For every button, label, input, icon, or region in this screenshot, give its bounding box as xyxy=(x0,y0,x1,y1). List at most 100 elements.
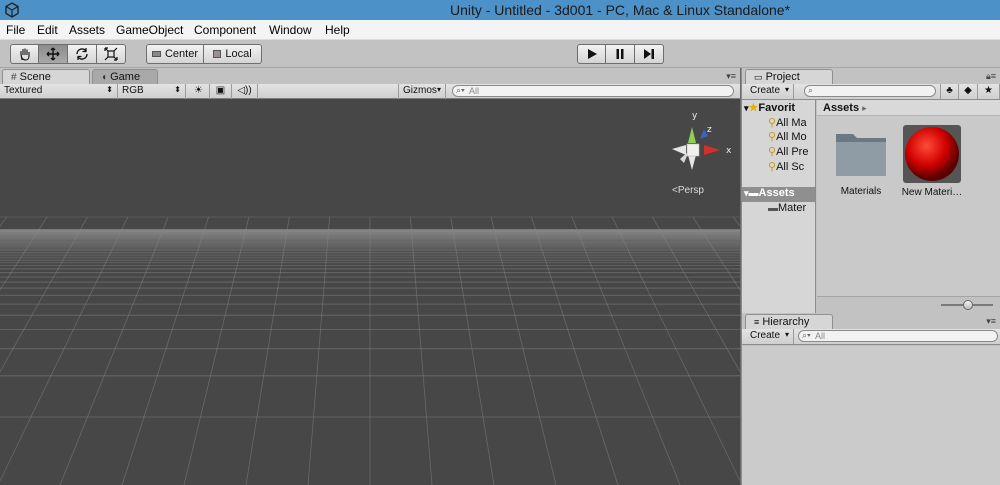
grid-line xyxy=(0,216,129,482)
filter-by-label-button[interactable]: ◆ xyxy=(959,84,978,99)
scene-search-placeholder: All xyxy=(469,86,480,96)
tab-hierarchy[interactable]: ≡ Hierarchy xyxy=(745,314,833,330)
favorite-item[interactable]: ⚲All Sc xyxy=(768,160,804,175)
step-button[interactable] xyxy=(635,44,664,64)
move-tool-button[interactable] xyxy=(39,44,68,64)
menu-edit[interactable]: Edit xyxy=(37,23,58,37)
rotate-tool-button[interactable] xyxy=(68,44,97,64)
menu-gameobject[interactable]: GameObject xyxy=(116,23,183,37)
search-icon: ⌕ xyxy=(808,85,814,95)
grid-line xyxy=(732,216,740,227)
favorite-item[interactable]: ⚲All Pre xyxy=(768,145,808,160)
asset-new-material[interactable]: New Materi… xyxy=(897,124,967,198)
hierarchy-search-input[interactable]: ⌕▾ All xyxy=(798,330,998,342)
menu-assets[interactable]: Assets xyxy=(69,23,105,37)
folder-icon: ▬ xyxy=(748,188,759,199)
tab-game-label: Game xyxy=(110,71,141,83)
scene-tabs: # Scene ◖ Game ▾≡ xyxy=(0,68,740,85)
chevron-down-icon: ▾ xyxy=(436,85,441,94)
grid-line xyxy=(652,216,740,373)
tab-game[interactable]: ◖ Game xyxy=(92,69,158,85)
search-icon: ⚲ xyxy=(768,131,777,143)
tab-scene[interactable]: # Scene xyxy=(2,69,90,85)
neg-x-cone-icon xyxy=(672,145,686,155)
project-search-input[interactable]: ⌕ xyxy=(804,85,936,97)
favorite-search-button[interactable]: ★ xyxy=(978,84,1000,99)
favorite-label: All Mo xyxy=(776,131,807,143)
grid-line xyxy=(611,216,740,482)
tab-project[interactable]: ▭ Project xyxy=(745,69,833,85)
tag-icon: ◆ xyxy=(964,85,972,96)
step-icon xyxy=(644,49,654,59)
menu-component[interactable]: Component xyxy=(194,23,256,37)
playback-controls xyxy=(577,44,664,64)
scene-toolbar: Textured ⬍ RGB ⬍ ☀ ▣ ◁)) Gizmos ▾ ⌕▾ All xyxy=(0,84,740,99)
folder-icon: ▬ xyxy=(768,203,778,214)
grid-line xyxy=(409,216,433,485)
favorites-row[interactable]: ▾★Favorit xyxy=(744,101,795,116)
menu-window[interactable]: Window xyxy=(269,23,312,37)
color-mode-value: RGB xyxy=(122,85,144,96)
star-icon: ★ xyxy=(748,102,759,114)
panel-splitter[interactable] xyxy=(740,68,741,485)
menu-help[interactable]: Help xyxy=(325,23,350,37)
menu-file[interactable]: File xyxy=(6,23,25,37)
hand-tool-button[interactable] xyxy=(10,44,39,64)
asset-browser: Assets ▸ Materials New Materi… xyxy=(817,100,1000,296)
hierarchy-create-dropdown[interactable]: Create ▾ xyxy=(746,329,794,344)
favorite-item[interactable]: ⚲All Mo xyxy=(768,130,807,145)
gizmos-dropdown[interactable]: Gizmos ▾ xyxy=(398,84,446,99)
grid-line xyxy=(121,216,209,485)
axis-label-y: y xyxy=(692,111,698,121)
pause-button[interactable] xyxy=(606,44,635,64)
y-axis-cone-icon xyxy=(688,127,696,143)
assets-root-label: Assets xyxy=(758,187,795,199)
scale-tool-button[interactable] xyxy=(97,44,126,64)
image-icon: ▣ xyxy=(215,85,226,96)
grid-line xyxy=(450,216,495,485)
material-sphere-icon xyxy=(903,125,961,183)
title-bar: Unity - Untitled - 3d001 - PC, Mac & Lin… xyxy=(0,0,1000,20)
x-axis-cone-icon xyxy=(704,145,720,155)
scene-search-input[interactable]: ⌕▾ All xyxy=(452,85,734,97)
gizmos-label: Gizmos xyxy=(403,85,437,96)
audio-toggle[interactable]: ◁)) xyxy=(232,84,258,99)
assets-child-row[interactable]: ▬Mater xyxy=(768,202,806,217)
folder-icon xyxy=(836,134,886,176)
menu-bar: File Edit Assets GameObject Component Wi… xyxy=(0,20,1000,40)
filter-by-type-button[interactable]: ♣ xyxy=(940,84,959,99)
lighting-toggle[interactable]: ☀ xyxy=(188,84,210,99)
lock-icon[interactable]: 🔒︎≡ xyxy=(986,71,996,82)
scene-viewport[interactable]: y z x <Persp xyxy=(0,99,740,485)
asset-breadcrumb[interactable]: Assets ▸ xyxy=(817,100,1000,116)
color-mode-dropdown[interactable]: RGB ⬍ xyxy=(118,84,186,99)
orientation-gizmo[interactable]: y z x xyxy=(664,105,740,195)
play-button[interactable] xyxy=(577,44,606,64)
tab-scene-label: Scene xyxy=(19,71,51,83)
assets-root-row[interactable]: ▾▬Assets xyxy=(742,187,815,202)
asset-folder-materials[interactable]: Materials xyxy=(826,124,896,197)
window-title: Unity - Untitled - 3d001 - PC, Mac & Lin… xyxy=(449,2,791,18)
icon-size-slider-thumb[interactable] xyxy=(963,300,973,310)
panel-menu-icon[interactable]: ▾≡ xyxy=(986,316,996,327)
unity-editor-window: Unity - Untitled - 3d001 - PC, Mac & Lin… xyxy=(0,0,1000,485)
panel-menu-icon[interactable]: ▾≡ xyxy=(726,71,736,82)
pivot-center-button[interactable]: Center xyxy=(146,44,204,64)
project-create-dropdown[interactable]: Create ▾ xyxy=(746,84,794,99)
render-mode-dropdown[interactable]: Textured ⬍ xyxy=(0,84,118,99)
favorite-item[interactable]: ⚲All Ma xyxy=(768,116,807,131)
scale-icon xyxy=(104,47,118,61)
image-effects-toggle[interactable]: ▣ xyxy=(210,84,232,99)
space-local-button[interactable]: Local xyxy=(204,44,262,64)
tab-hierarchy-label: Hierarchy xyxy=(762,316,810,328)
chevron-down-icon: ▾ xyxy=(784,330,789,339)
hierarchy-list[interactable] xyxy=(742,346,1000,485)
search-icon: ⚲ xyxy=(768,146,777,158)
search-icon: ⚲ xyxy=(768,161,777,173)
search-icon: ⌕▾ xyxy=(802,330,811,340)
project-toolbar: Create ▾ ⌕ ♣ ◆ ★ xyxy=(742,84,1000,100)
persp-label[interactable]: <Persp xyxy=(672,185,704,196)
search-icon: ⚲ xyxy=(768,117,777,129)
grid-line xyxy=(571,216,681,485)
favorite-label: All Ma xyxy=(776,117,807,129)
